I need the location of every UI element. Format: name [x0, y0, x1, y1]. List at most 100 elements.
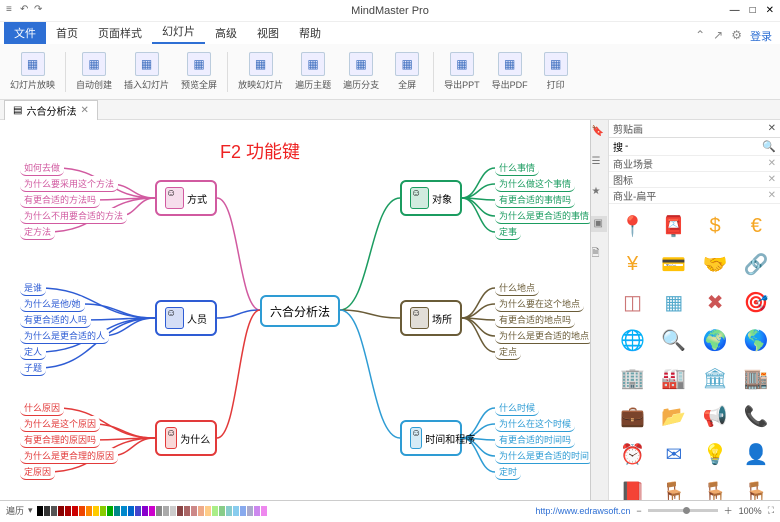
clipart-item[interactable]: 🤝 — [695, 246, 734, 282]
clipart-item[interactable]: 🔍 — [654, 322, 693, 358]
mm-leaf[interactable]: 为什么要采用这个方法 — [20, 176, 118, 192]
mm-leaf[interactable]: 有更合理的原因吗 — [20, 432, 100, 448]
menu-view[interactable]: 视图 — [247, 22, 289, 44]
mm-leaf[interactable]: 什么地点 — [495, 280, 539, 296]
menu-home[interactable]: 首页 — [46, 22, 88, 44]
ribbon-preview[interactable]: ▦预览全屏 — [177, 50, 221, 93]
rail-note-icon[interactable]: 🗎 — [591, 246, 607, 262]
clipart-item[interactable]: 📢 — [695, 398, 734, 434]
cat-bizflat[interactable]: 商业-扁平✕ — [609, 188, 780, 204]
ribbon-full[interactable]: ▦全屏 — [387, 50, 427, 93]
clipart-item[interactable]: 🏬 — [737, 360, 776, 396]
back-icon[interactable]: ↶ — [20, 4, 34, 18]
mm-leaf[interactable]: 为什么是更合理的原因 — [20, 448, 118, 464]
mm-leaf[interactable]: 是谁 — [20, 280, 46, 296]
mm-leaf[interactable]: 为什么是更合适的事情 — [495, 208, 590, 224]
cat-business[interactable]: 商业场景✕ — [609, 156, 780, 172]
minus-icon[interactable]: − — [636, 506, 641, 516]
rail-star-icon[interactable]: ★ — [591, 186, 607, 202]
close-tab-icon[interactable]: ✕ — [80, 105, 88, 116]
share-icon[interactable]: ↗ — [713, 28, 723, 44]
mm-leaf[interactable]: 定人 — [20, 344, 46, 360]
mm-leaf[interactable]: 为什么是更合适的时间 — [495, 448, 590, 464]
mm-leaf[interactable]: 如何去做 — [20, 160, 64, 176]
menu-advanced[interactable]: 高级 — [205, 22, 247, 44]
ribbon-branch[interactable]: ▦遍历分支 — [339, 50, 383, 93]
clipart-item[interactable]: 📮 — [654, 208, 693, 244]
clipart-item[interactable]: 🏢 — [613, 360, 652, 396]
panel-close-icon[interactable]: ✕ — [768, 123, 776, 134]
mm-branch[interactable]: ☺为什么 — [155, 420, 217, 456]
mm-branch[interactable]: ☺对象 — [400, 180, 462, 216]
clipart-item[interactable]: € — [737, 208, 776, 244]
mm-leaf[interactable]: 有更合适的时间吗 — [495, 432, 575, 448]
mm-leaf[interactable]: 为什么是更合适的地点 — [495, 328, 590, 344]
mm-branch[interactable]: ☺时间和程序 — [400, 420, 462, 456]
mm-leaf[interactable]: 定方法 — [20, 224, 55, 240]
mm-branch[interactable]: ☺方式 — [155, 180, 217, 216]
mm-leaf[interactable]: 定时 — [495, 464, 521, 480]
clipart-item[interactable]: $ — [695, 208, 734, 244]
menu-slides[interactable]: 幻灯片 — [152, 20, 205, 44]
ribbon-pdf[interactable]: ▦导出PDF — [488, 50, 532, 93]
maximize-icon[interactable]: □ — [750, 5, 756, 16]
rail-clip-icon[interactable]: ▣ — [591, 216, 607, 232]
mm-center[interactable]: 六合分析法 — [260, 295, 340, 327]
mm-leaf[interactable]: 子题 — [20, 360, 46, 376]
rail-tag-icon[interactable]: 🔖 — [591, 126, 607, 142]
mm-leaf[interactable]: 定点 — [495, 344, 521, 360]
color-palette[interactable] — [37, 506, 267, 516]
ribbon-ppt[interactable]: ▦导出PPT — [440, 50, 484, 93]
mm-leaf[interactable]: 为什么在这个时候 — [495, 416, 575, 432]
mm-leaf[interactable]: 为什么不用要合适的方法 — [20, 208, 127, 224]
document-tab[interactable]: ▤ 六合分析法 ✕ — [4, 100, 98, 120]
ribbon-slideshow[interactable]: ▦幻灯片放映 — [6, 50, 59, 93]
mm-leaf[interactable]: 什么原因 — [20, 400, 64, 416]
mm-branch[interactable]: ☺人员 — [155, 300, 217, 336]
mm-leaf[interactable]: 有更合适的地点吗 — [495, 312, 575, 328]
clipart-item[interactable]: 💼 — [613, 398, 652, 434]
clipart-item[interactable]: 📕 — [613, 474, 652, 500]
clipart-item[interactable]: 🪑 — [654, 474, 693, 500]
fit-icon[interactable]: ⛶ — [768, 505, 774, 516]
plus-icon[interactable]: ＋ — [724, 504, 733, 517]
mm-leaf[interactable]: 为什么要在这个地点 — [495, 296, 584, 312]
clipart-item[interactable]: 🏛 — [695, 360, 734, 396]
clipart-item[interactable]: 💳 — [654, 246, 693, 282]
collapse-icon[interactable]: ⌃ — [695, 28, 705, 44]
search-icon[interactable]: 🔍 — [762, 140, 776, 153]
clipart-item[interactable]: 📞 — [737, 398, 776, 434]
clipart-item[interactable]: 🪑 — [695, 474, 734, 500]
clipart-item[interactable]: ✉ — [654, 436, 693, 472]
clipart-item[interactable]: ✖ — [695, 284, 734, 320]
fwd-icon[interactable]: ↷ — [34, 4, 48, 18]
status-url[interactable]: http://www.edrawsoft.cn — [535, 506, 630, 516]
zoom-slider[interactable] — [648, 509, 718, 512]
clipart-item[interactable]: ◫ — [613, 284, 652, 320]
mindmap-canvas[interactable]: F2 功能键 六合分析法☺方式如何去做为什么要采用这个方法有更合适的方法吗为什么… — [0, 120, 590, 500]
mm-leaf[interactable]: 有更合适的人吗 — [20, 312, 91, 328]
mm-leaf[interactable]: 有更合适的事情吗 — [495, 192, 575, 208]
clipart-item[interactable]: 📍 — [613, 208, 652, 244]
clipart-item[interactable]: ⏰ — [613, 436, 652, 472]
clipart-item[interactable]: 🌍 — [695, 322, 734, 358]
minimize-icon[interactable]: — — [730, 5, 740, 16]
mm-leaf[interactable]: 定原因 — [20, 464, 55, 480]
mm-leaf[interactable]: 为什么做这个事情 — [495, 176, 575, 192]
login-link[interactable]: 登录 — [750, 28, 772, 44]
clipart-item[interactable]: 🏭 — [654, 360, 693, 396]
clipart-item[interactable]: 👤 — [737, 436, 776, 472]
mm-leaf[interactable]: 什么事情 — [495, 160, 539, 176]
ribbon-print[interactable]: ▦打印 — [536, 50, 576, 93]
ribbon-style[interactable]: ▦放映幻灯片 — [234, 50, 287, 93]
clipart-item[interactable]: 🌎 — [737, 322, 776, 358]
menu-pagestyle[interactable]: 页面样式 — [88, 22, 152, 44]
ribbon-insert[interactable]: ▦插入幻灯片 — [120, 50, 173, 93]
mm-leaf[interactable]: 为什么是他/她 — [20, 296, 85, 312]
rail-list-icon[interactable]: ☰ — [591, 156, 607, 172]
clipart-item[interactable]: 🪑 — [737, 474, 776, 500]
close-icon[interactable]: ✕ — [766, 5, 774, 16]
settings-icon[interactable]: ⚙ — [731, 28, 742, 44]
clipart-item[interactable]: 📂 — [654, 398, 693, 434]
clipart-item[interactable]: 💡 — [695, 436, 734, 472]
